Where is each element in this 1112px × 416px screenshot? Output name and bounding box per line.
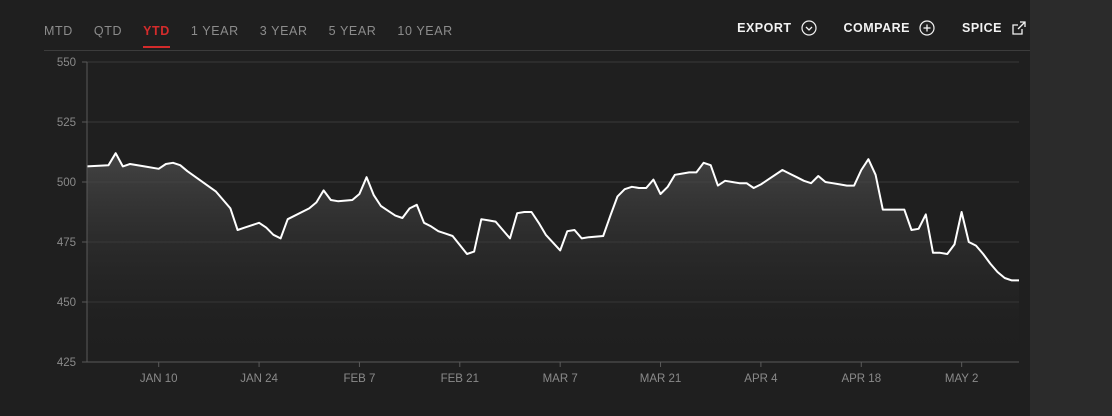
x-tick-label: JAN 10 [140, 373, 178, 385]
x-tick-label: APR 18 [841, 373, 881, 385]
x-tick-label: FEB 21 [441, 373, 479, 385]
y-tick-label: 525 [57, 117, 76, 129]
y-tick-label: 550 [57, 57, 76, 69]
x-tick-label: MAR 21 [640, 373, 682, 385]
y-tick-label: 425 [57, 357, 76, 369]
y-tick-label: 500 [57, 177, 76, 189]
x-tick-label: FEB 7 [343, 373, 375, 385]
price-area-fill [87, 153, 1019, 362]
price-chart: 550 525 500 475 450 425 JAN 10 JAN 24 FEB 7 FEB 2… [57, 57, 1019, 385]
x-tick-label: MAY 2 [945, 373, 978, 385]
y-tick-label: 450 [57, 297, 76, 309]
x-tick-label: JAN 24 [240, 373, 278, 385]
x-tick-label: APR 4 [744, 373, 778, 385]
x-tick-label: MAR 7 [543, 373, 578, 385]
y-tick-label: 475 [57, 237, 76, 249]
